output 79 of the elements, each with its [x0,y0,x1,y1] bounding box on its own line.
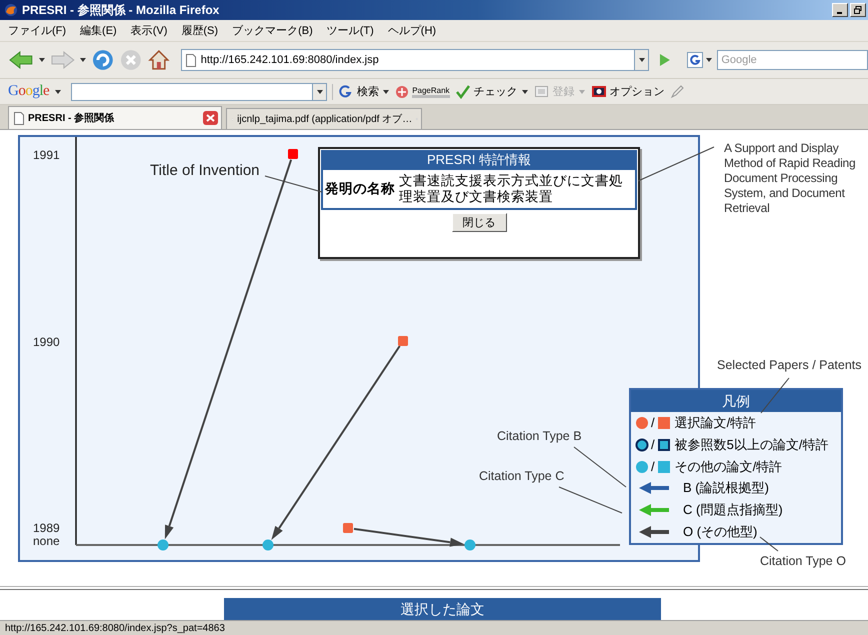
legend-label: C (問題点指摘型) [683,501,783,520]
field-value: 文書速読支援表示方式並びに文書処理装置及び文書検索装置 [399,173,624,205]
panel-title: 選択した論文 [224,598,661,620]
search-engine-button[interactable] [687,52,714,68]
toolbar-button[interactable]: チェック [454,84,529,99]
go-icon[interactable] [657,53,672,67]
menu-item[interactable]: 編集(E) [80,23,117,38]
back-icon[interactable] [8,49,34,71]
caret-icon [578,88,586,96]
restore-icon [854,6,862,14]
menu-item[interactable]: ブックマーク(B) [232,23,313,38]
legend-label: B (論説根拠型) [683,479,769,498]
caret-icon [638,56,646,64]
leader-line [760,378,790,414]
paper-node[interactable] [464,540,476,550]
year-label: 1990 [33,336,60,349]
browser-tab[interactable]: ijcnlp_tajima.pdf (application/pdf オブ… [226,108,422,129]
popup-title: PRESRI 特許情報 [321,150,637,170]
search-icon [338,84,354,99]
toolbar-logo[interactable]: Google [8,83,50,100]
search-field[interactable]: Google [717,50,868,70]
menu-item[interactable]: ファイル(F) [8,23,66,38]
window-icon [534,84,550,99]
address-field[interactable]: http://165.242.101.69:8080/index.jsp [180,49,635,71]
separator: / [651,415,655,430]
toolbar-button[interactable]: オプション [590,84,665,99]
legend-label: その他の論文/特許 [674,458,782,476]
caret-icon [382,88,390,96]
status-text: http://165.242.101.69:8080/index.jsp?s_pat=4863 [5,623,225,634]
paper-node[interactable] [158,540,168,550]
paper-node[interactable] [288,149,298,159]
annotation-text: Title of Invention [150,162,260,179]
check-icon [454,84,471,99]
legend-label: O (その他型) [683,523,758,542]
restore-button[interactable] [850,3,866,17]
toolbar-button[interactable]: PageRank [395,84,450,98]
caret-icon [316,88,324,96]
caret-icon [705,56,714,64]
dropdown-button[interactable] [312,82,328,100]
pencil-icon[interactable] [670,84,684,98]
caret-icon[interactable] [54,88,62,96]
annotation-text: Citation Type C [479,469,564,483]
year-label: none [33,535,60,548]
toolbar-button[interactable]: 検索 [338,84,390,99]
toolbar-search-field[interactable] [71,82,314,100]
year-label: 1991 [33,149,60,162]
annotation-text: Selected Papers / Patents [717,358,862,372]
field-label: 発明の名称 [325,180,395,198]
paper-node[interactable] [262,540,274,550]
paper-node[interactable] [343,523,353,533]
legend-label: 被参照数5以上の論文/特許 [674,436,828,454]
menu-item[interactable]: ツール(T) [326,23,374,38]
caret-icon[interactable] [38,56,46,64]
paper-node[interactable] [398,336,408,346]
annotation-text: Citation Type O [760,554,846,568]
home-icon[interactable] [146,48,171,72]
separator: / [651,437,655,452]
legend-label: 選択論文/特許 [674,414,756,432]
caret-icon[interactable] [79,56,88,64]
minimize-button[interactable] [832,3,848,17]
year-label: 1989 [33,522,60,535]
menu-item[interactable]: 履歴(S) [181,23,218,38]
leader-line [760,536,778,552]
plus-icon [395,84,410,98]
globe-icon [4,3,18,17]
leader-line [264,176,322,192]
window-title: PRESRI - 参照関係 - Mozilla Firefox [22,2,220,18]
history-dropdown-button[interactable] [634,49,650,71]
menu-item[interactable]: ヘルプ(H) [388,23,436,38]
annotation-text: A Support and Display Method of Rapid Reading Document Processing System, and Document Retrieval [724,141,856,216]
separator: / [651,459,655,474]
caret-icon [520,88,529,96]
annotation-text: Citation Type B [497,429,582,443]
legend-title: 凡例 [631,390,841,412]
browser-tab[interactable]: PRESRI - 参照関係 [8,106,222,129]
monitor-icon [590,84,607,99]
engine-icon [687,52,704,68]
menu-item[interactable]: 表示(V) [130,23,168,38]
close-button[interactable]: 閉じる [452,213,506,232]
